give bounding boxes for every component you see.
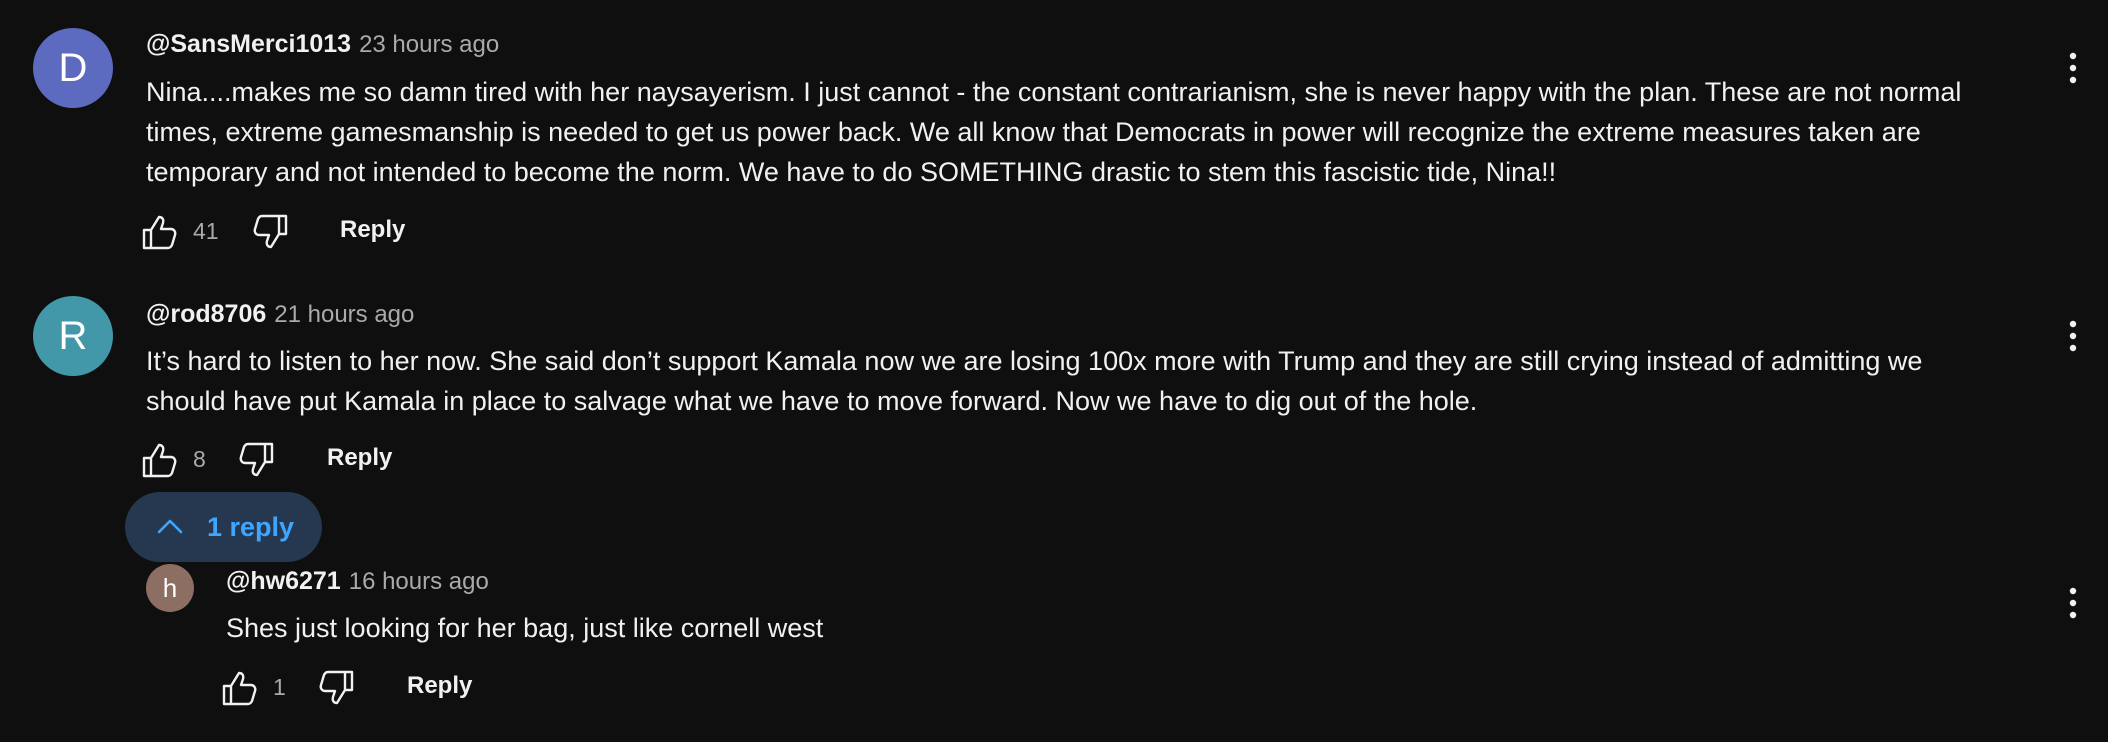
like-icon[interactable]: [220, 668, 260, 708]
avatar[interactable]: D: [33, 28, 113, 108]
hide-replies-button[interactable]: 1 reply: [125, 492, 322, 562]
reply-button[interactable]: Reply: [327, 444, 392, 472]
like-count: 41: [193, 218, 219, 244]
comment-text-line: It’s hard to listen to her now. She said…: [146, 346, 1923, 376]
comment-text: Nina....makes me so damn tired with her …: [146, 72, 1961, 192]
comment-header: @rod8706 21 hours ago: [146, 300, 414, 329]
more-actions-icon[interactable]: [2063, 316, 2083, 356]
comment-timestamp[interactable]: 16 hours ago: [349, 568, 489, 596]
avatar[interactable]: h: [146, 564, 194, 612]
comment-actions: 8 Reply: [140, 440, 440, 484]
avatar-letter: R: [58, 313, 88, 358]
comment-header: @SansMerci1013 23 hours ago: [146, 30, 499, 59]
comment-text-line: times, extreme gamesmanship is needed to…: [146, 117, 1921, 147]
like-icon[interactable]: [140, 212, 180, 252]
comment-text-line: should have put Kamala in place to salva…: [146, 386, 1478, 416]
comment-timestamp[interactable]: 21 hours ago: [274, 301, 414, 329]
dislike-icon[interactable]: [236, 440, 276, 480]
more-actions-icon[interactable]: [2063, 48, 2083, 88]
reply-button[interactable]: Reply: [407, 672, 472, 700]
comment-author[interactable]: @hw6271: [226, 567, 341, 596]
comment-actions: 1 Reply: [220, 668, 520, 712]
dislike-icon[interactable]: [316, 668, 356, 708]
comment-text: Shes just looking for her bag, just like…: [226, 608, 823, 648]
comment-timestamp[interactable]: 23 hours ago: [359, 31, 499, 59]
comment-text-line: Nina....makes me so damn tired with her …: [146, 77, 1962, 107]
comment-text-line: temporary and not intended to become the…: [146, 157, 1557, 187]
comment-header: @hw6271 16 hours ago: [226, 567, 489, 596]
avatar[interactable]: R: [33, 296, 113, 376]
like-icon[interactable]: [140, 440, 180, 480]
avatar-letter: D: [58, 45, 88, 90]
comment-text-line: Shes just looking for her bag, just like…: [226, 613, 824, 643]
more-actions-icon[interactable]: [2063, 583, 2083, 623]
comment-author[interactable]: @rod8706: [146, 300, 266, 329]
reply-button[interactable]: Reply: [340, 216, 405, 244]
replies-count-label: 1 reply: [207, 511, 295, 542]
like-count: 8: [193, 446, 206, 472]
chevron-up-icon: [155, 512, 185, 542]
comment-author[interactable]: @SansMerci1013: [146, 30, 351, 59]
comment-text: It’s hard to listen to her now. She said…: [146, 341, 1922, 421]
like-count: 1: [273, 674, 286, 700]
comment-actions: 41 Reply: [140, 212, 440, 256]
avatar-letter: h: [162, 572, 178, 603]
dislike-icon[interactable]: [250, 212, 290, 252]
